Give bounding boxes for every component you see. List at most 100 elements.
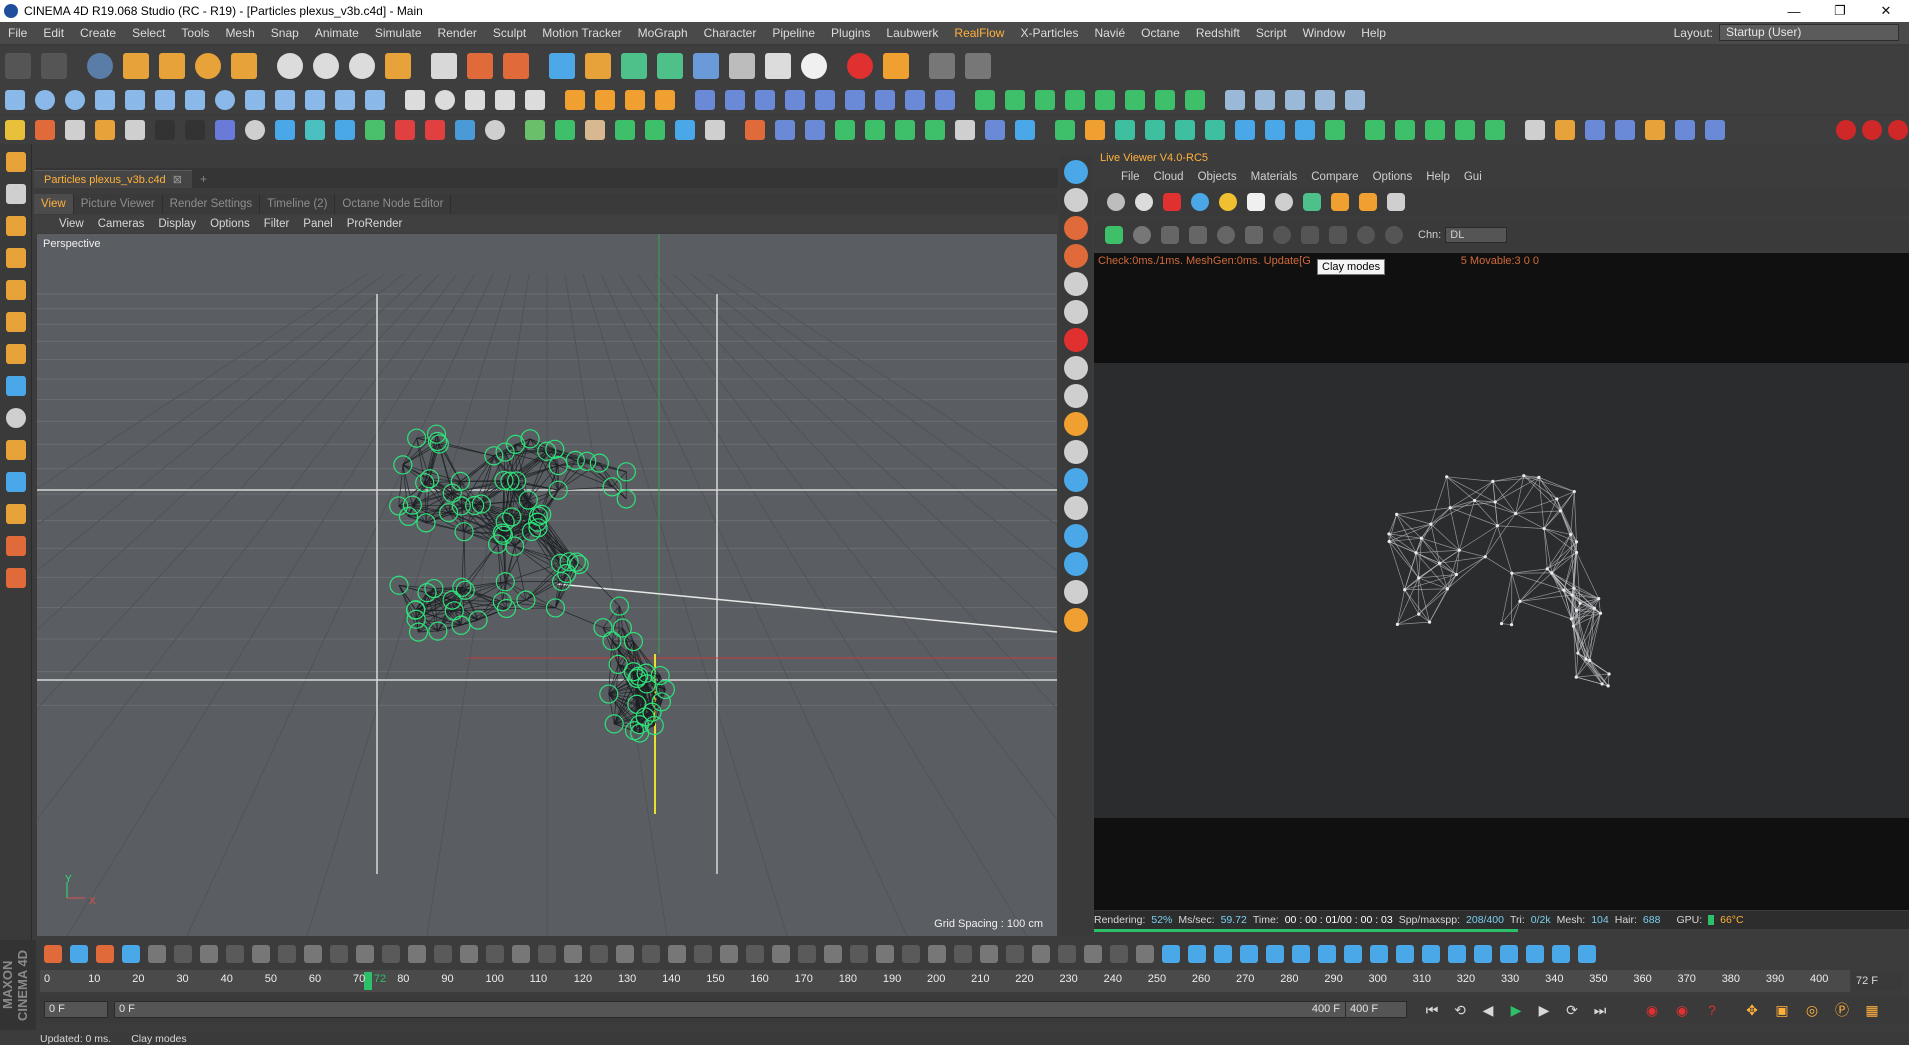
scale-key-icon[interactable]: ▣ <box>1770 998 1794 1022</box>
end-frame-field[interactable]: 400 F <box>1345 1001 1407 1018</box>
capsule-icon[interactable] <box>241 86 269 114</box>
rainbow-icon[interactable] <box>421 116 449 144</box>
bottom-tool-22-icon[interactable] <box>613 942 637 966</box>
tracer-icon[interactable] <box>811 86 839 114</box>
menu-redshift[interactable]: Redshift <box>1188 26 1248 40</box>
y-axis-lock-icon[interactable] <box>309 49 343 83</box>
matrix-icon[interactable] <box>751 86 779 114</box>
figure-icon[interactable] <box>361 86 389 114</box>
st-obj-icon[interactable] <box>61 116 89 144</box>
start-frame-field[interactable]: 0 F <box>44 1001 108 1018</box>
viewport-menu-view[interactable]: View <box>52 218 91 230</box>
menu-snap[interactable]: Snap <box>263 26 307 40</box>
bottom-tool-1-icon[interactable] <box>67 942 91 966</box>
menu-tools[interactable]: Tools <box>173 26 217 40</box>
tube-icon[interactable] <box>181 86 209 114</box>
bottom-tool-10-icon[interactable] <box>301 942 325 966</box>
lv-split-icon[interactable] <box>1384 190 1408 214</box>
octane-pix-icon[interactable] <box>1064 496 1088 520</box>
octane-region-icon[interactable] <box>1064 216 1088 240</box>
viewport-menu-filter[interactable]: Filter <box>257 218 297 230</box>
edges-mode-icon[interactable] <box>2 276 30 304</box>
octane-blue-icon[interactable] <box>1064 552 1088 576</box>
menu-render[interactable]: Render <box>430 26 485 40</box>
live-viewer-menu-compare[interactable]: Compare <box>1304 171 1365 183</box>
perspective-viewport[interactable]: Perspective Grid Spacing : 100 cm Y X <box>37 234 1057 936</box>
octane-hook-icon[interactable] <box>1064 580 1088 604</box>
moextrude-icon[interactable] <box>871 86 899 114</box>
octane-render-icon[interactable] <box>843 49 877 83</box>
camera-icon[interactable] <box>761 49 795 83</box>
bottom-tool-42-icon[interactable] <box>1133 942 1157 966</box>
scale-icon[interactable] <box>155 49 189 83</box>
bottom-tool-9-icon[interactable] <box>275 942 299 966</box>
mospline-icon[interactable] <box>841 86 869 114</box>
xp-generator-icon[interactable] <box>1121 86 1149 114</box>
plus-icon[interactable] <box>1551 116 1579 144</box>
menu-select[interactable]: Select <box>124 26 173 40</box>
img-2-icon[interactable] <box>1611 116 1639 144</box>
cube-icon[interactable] <box>545 49 579 83</box>
render-settings-icon[interactable] <box>499 49 533 83</box>
minimize-button[interactable]: — <box>1771 0 1817 22</box>
bottom-tool-39-icon[interactable] <box>1055 942 1079 966</box>
tree-2-icon[interactable] <box>551 116 579 144</box>
pentagon-icon[interactable] <box>801 116 829 144</box>
lv-clay-icon[interactable] <box>1270 223 1294 247</box>
floor-icon[interactable] <box>725 49 759 83</box>
viewport-menu-panel[interactable]: Panel <box>296 218 339 230</box>
texture-mode-icon[interactable] <box>2 180 30 208</box>
record-icon[interactable]: ◉ <box>1640 998 1664 1022</box>
render-view-icon[interactable] <box>427 49 461 83</box>
bottom-tool-49-icon[interactable] <box>1315 942 1339 966</box>
rf-5-icon[interactable] <box>951 116 979 144</box>
menu-mograph[interactable]: MoGraph <box>630 26 696 40</box>
menu-edit[interactable]: Edit <box>35 26 72 40</box>
bottom-tool-16-icon[interactable] <box>457 942 481 966</box>
helix-icon[interactable] <box>491 86 519 114</box>
xp-spawn-icon[interactable] <box>1281 86 1309 114</box>
grass-icon[interactable] <box>641 116 669 144</box>
bottom-tool-44-icon[interactable] <box>1185 942 1209 966</box>
bottom-tool-0-icon[interactable] <box>41 942 65 966</box>
bottom-tool-5-icon[interactable] <box>171 942 195 966</box>
octane-magnet-icon[interactable] <box>1064 328 1088 352</box>
picture-icon[interactable] <box>1581 116 1609 144</box>
bottom-tool-40-icon[interactable] <box>1081 942 1105 966</box>
pyramid-icon[interactable] <box>151 86 179 114</box>
sculpt-layer-icon[interactable] <box>961 49 995 83</box>
bottom-tool-2-icon[interactable] <box>93 942 117 966</box>
oct-2-icon[interactable] <box>1081 116 1109 144</box>
bottom-tool-17-icon[interactable] <box>483 942 507 966</box>
bottom-tool-32-icon[interactable] <box>873 942 897 966</box>
torus-icon[interactable] <box>211 86 239 114</box>
disc-icon[interactable] <box>31 86 59 114</box>
axis-mode-icon[interactable] <box>2 340 30 368</box>
bottom-tool-15-icon[interactable] <box>431 942 455 966</box>
bottom-tool-27-icon[interactable] <box>743 942 767 966</box>
tweak-mode-icon[interactable] <box>2 372 30 400</box>
xp-trail-icon[interactable] <box>1181 86 1209 114</box>
bottom-tool-37-icon[interactable] <box>1003 942 1027 966</box>
live-viewer-menu-cloud[interactable]: Cloud <box>1147 171 1191 183</box>
bottom-tool-46-icon[interactable] <box>1237 942 1261 966</box>
live-viewer-menu-gui[interactable]: Gui <box>1457 171 1489 183</box>
snap-mode-icon[interactable] <box>2 404 30 432</box>
menu-sculpt[interactable]: Sculpt <box>485 26 534 40</box>
rotate-icon[interactable] <box>191 49 225 83</box>
workplane-mode-icon[interactable] <box>2 212 30 240</box>
bottom-tool-41-icon[interactable] <box>1107 942 1131 966</box>
rotate-key-icon[interactable]: ◎ <box>1800 998 1824 1022</box>
xp-emitter-icon[interactable] <box>971 86 999 114</box>
folder-icon[interactable] <box>1 116 29 144</box>
loft-icon[interactable] <box>621 86 649 114</box>
palm-icon[interactable] <box>611 116 639 144</box>
magnet-icon[interactable] <box>2 436 30 464</box>
xp-sprite-icon[interactable] <box>1311 86 1339 114</box>
viewport-menu-prorender[interactable]: ProRender <box>340 218 410 230</box>
menu-mesh[interactable]: Mesh <box>217 26 262 40</box>
rock-icon[interactable] <box>581 116 609 144</box>
rf-1-icon[interactable] <box>831 116 859 144</box>
oct-3-icon[interactable] <box>1111 116 1139 144</box>
art-icon[interactable] <box>151 116 179 144</box>
